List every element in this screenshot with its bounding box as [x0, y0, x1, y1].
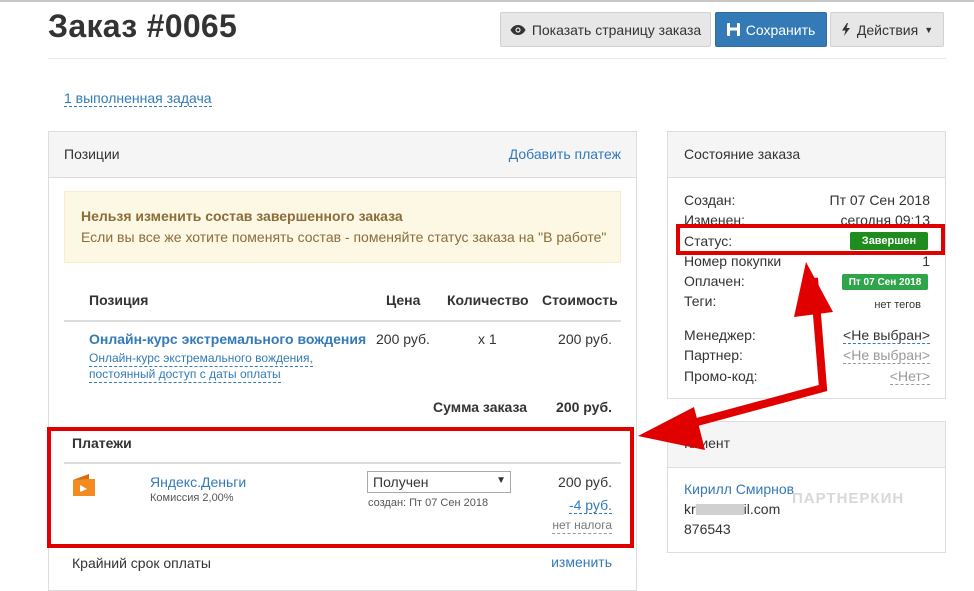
save-button[interactable]: Сохранить: [715, 12, 827, 47]
item-description-line2[interactable]: постоянный доступ с даты оплаты: [89, 366, 281, 383]
status-highlight-box: [676, 224, 945, 255]
partner-select-link[interactable]: <Не выбран>: [843, 347, 930, 364]
item-description-line1[interactable]: Онлайн-курс экстремального вождения,: [89, 350, 313, 367]
column-header-price: Цена: [386, 292, 421, 308]
add-payment-link[interactable]: Добавить платеж: [509, 146, 621, 162]
purchase-number-value: 1: [922, 253, 930, 269]
column-header-position: Позиция: [89, 292, 149, 308]
tags-value[interactable]: нет тегов: [874, 299, 921, 311]
header-divider: [48, 58, 946, 59]
floppy-disk-icon: [726, 23, 740, 36]
client-title: Клиент: [684, 435, 731, 451]
client-name-link[interactable]: Кирилл Смирнов: [684, 481, 794, 497]
item-quantity: x 1: [478, 331, 497, 347]
view-order-page-button[interactable]: Показать страницу заказа: [500, 12, 711, 47]
item-cost: 200 руб.: [558, 331, 612, 347]
email-redaction: [695, 504, 744, 515]
paid-date-badge: Пт 07 Сен 2018: [842, 274, 928, 290]
change-deadline-link[interactable]: изменить: [551, 554, 612, 570]
promo-label: Промо-код:: [684, 368, 758, 384]
lightning-icon: [841, 23, 850, 36]
manager-label: Менеджер:: [684, 327, 756, 343]
tags-label: Теги:: [684, 293, 717, 309]
order-total-label: Сумма заказа: [433, 399, 528, 415]
eye-icon: [510, 24, 526, 35]
watermark: ПАРТНЕРКИН: [792, 490, 905, 507]
column-header-cost: Стоимость: [542, 292, 618, 308]
positions-panel-title: Позиции: [64, 146, 120, 162]
item-name-link[interactable]: Онлайн-курс экстремального вождения: [89, 331, 366, 347]
column-header-quantity: Количество: [447, 292, 529, 308]
order-state-title: Состояние заказа: [684, 146, 801, 162]
purchase-number-label: Номер покупки: [684, 253, 782, 269]
locked-order-warning: [64, 191, 621, 263]
partner-label: Партнер:: [684, 347, 743, 363]
caret-down-icon: ▼: [924, 24, 934, 35]
save-label: Сохранить: [745, 21, 816, 38]
manager-select-link[interactable]: <Не выбран>: [843, 327, 930, 344]
warning-text: Если вы все же хотите поменять состав - …: [81, 229, 607, 245]
view-order-page-label: Показать страницу заказа: [531, 21, 702, 38]
table-header-divider: [64, 320, 621, 322]
top-border: [0, 0, 974, 2]
warning-title: Нельзя изменить состав завершенного зака…: [81, 208, 403, 224]
payments-highlight-box: [47, 427, 634, 548]
order-total-value: 200 руб.: [556, 399, 612, 415]
paid-label: Оплачен:: [684, 273, 745, 289]
completed-tasks-link[interactable]: 1 выполненная задача: [64, 90, 212, 107]
actions-label: Действия: [856, 21, 919, 38]
payment-deadline-label: Крайний срок оплаты: [72, 555, 211, 571]
client-phone: 876543: [684, 521, 731, 537]
client-email-suffix: il.com: [743, 501, 781, 517]
client-email-prefix: kr: [684, 501, 696, 517]
created-value: Пт 07 Сен 2018: [829, 192, 931, 208]
promo-select-link[interactable]: <Нет>: [889, 368, 930, 385]
item-price: 200 руб.: [376, 331, 430, 347]
client-email: kr il.com: [684, 501, 780, 517]
created-label: Создан:: [684, 192, 736, 208]
page-title: Заказ #0065: [48, 8, 238, 44]
actions-dropdown-button[interactable]: Действия ▼: [830, 12, 944, 47]
